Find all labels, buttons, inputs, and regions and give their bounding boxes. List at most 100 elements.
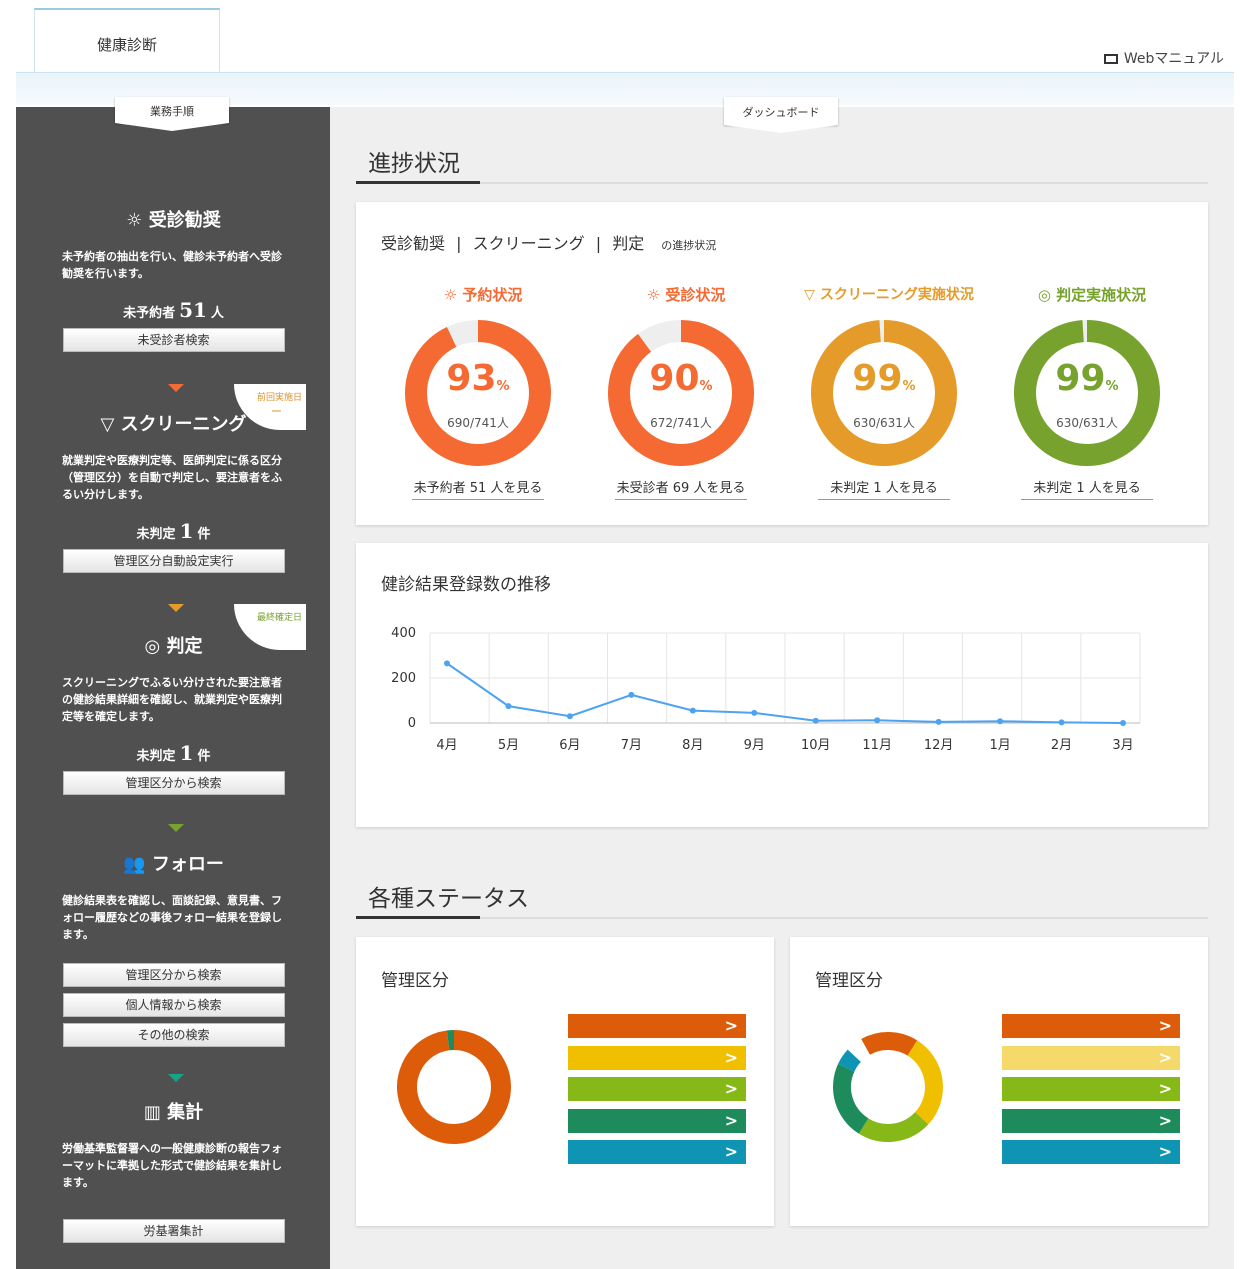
web-manual-label: Webマニュアル: [1123, 51, 1224, 67]
card-desc: 労働基準監督署への一般健康診断の報告フォーマットに準拠した形式で健診結果を集計し…: [62, 1142, 282, 1189]
status-panel-title: 管理区分: [815, 971, 883, 991]
donut-title: ☼ 予約状況: [443, 286, 523, 304]
chevron-right-icon: >: [1158, 1079, 1172, 1098]
auto-classify-button[interactable]: 管理区分自動設定実行: [62, 549, 285, 573]
donut-detail: 690/741人: [447, 416, 509, 430]
card-count: 未判定 1 件: [136, 519, 211, 543]
donut-percent: 93%: [446, 358, 510, 399]
x-tick-label: 11月: [862, 738, 892, 753]
chevron-right-icon: >: [1158, 1047, 1172, 1067]
data-point: [689, 707, 696, 714]
donut-percent: 90%: [649, 358, 713, 399]
status-category-bar[interactable]: >: [568, 1014, 746, 1038]
status-category-bar[interactable]: >: [1002, 1140, 1180, 1164]
data-point: [935, 718, 942, 725]
status-category-bar[interactable]: >: [568, 1108, 746, 1133]
status-donut-slice: [907, 1040, 943, 1125]
bulb-icon: ☼: [126, 210, 143, 231]
status-category-bar[interactable]: >: [568, 1077, 746, 1101]
trend-line-chart: 0 200 400 4月 5月 6月 7月 8月 9月 10月 11月 12月 1月 2月 3月: [391, 626, 1141, 753]
status-category-bar[interactable]: >: [568, 1045, 746, 1070]
personal-info-search-button[interactable]: 個人情報から検索: [62, 993, 285, 1017]
target-icon: ◎: [144, 636, 161, 657]
card-count: 未予約者 51 人: [123, 298, 224, 322]
chevron-right-icon: >: [724, 1047, 738, 1067]
y-tick-label: 200: [391, 671, 416, 686]
card-title: 受診勧奨: [148, 210, 221, 231]
unvisited-search-button[interactable]: 未受診者検索: [62, 328, 285, 352]
data-point: [628, 691, 635, 698]
donut-detail-link[interactable]: 未判定 1 人を見る: [818, 477, 950, 500]
status-category-bar[interactable]: >: [568, 1140, 746, 1164]
donut-percent: 99%: [1055, 358, 1119, 399]
data-point: [874, 717, 881, 724]
x-tick-label: 3月: [1112, 738, 1133, 753]
donut-percent: 99%: [852, 358, 916, 399]
chevron-right-icon: >: [724, 1142, 738, 1161]
data-point: [997, 718, 1004, 725]
donut-detail-link[interactable]: 未判定 1 人を見る: [1021, 477, 1153, 500]
target-icon: ◎: [1037, 286, 1051, 304]
other-search-button[interactable]: その他の検索: [62, 1023, 285, 1047]
x-tick-label: 5月: [498, 738, 519, 753]
data-point: [812, 717, 819, 724]
donut-detail: 672/741人: [650, 416, 712, 430]
status-donut: [833, 1032, 943, 1142]
section-divider: [356, 916, 1208, 919]
chevron-right-icon: >: [1158, 1110, 1172, 1130]
status-category-bar[interactable]: >: [1002, 1014, 1180, 1038]
card-title: フォロー: [151, 854, 224, 875]
dashboard-flag-label: ダッシュボード: [742, 106, 820, 119]
x-tick-label: 2月: [1051, 738, 1072, 753]
progress-section-title: 進捗状況: [368, 151, 460, 177]
donut-detail-link[interactable]: 未受診者 69 人を見る: [615, 477, 747, 500]
x-tick-label: 10月: [801, 738, 831, 753]
status-category-bar[interactable]: >: [1002, 1077, 1180, 1101]
filter-icon: ▽: [804, 287, 815, 303]
card-desc: スクリーニングでふるい分けされた要注意者の健診結果詳細を確認し、就業判定や医療判…: [62, 676, 282, 723]
workflow-flag: 業務手順: [115, 97, 229, 131]
bar-chart-icon: ▥: [143, 1102, 161, 1123]
donut-title: ◎ 判定実施状況: [1037, 286, 1147, 304]
x-tick-label: 9月: [744, 738, 765, 753]
data-point: [444, 660, 450, 667]
card-title: スクリーニング: [120, 414, 247, 435]
card-consultation-recommendation: ☼ 受診勧奨 未予約者の抽出を行い、健診未予約者へ受診勧奨を行います。 未予約者…: [41, 182, 306, 392]
donut-title: ▽ スクリーニング実施状況: [804, 287, 974, 303]
donut-detail: 630/631人: [853, 416, 915, 430]
status-section-title: 各種ステータス: [368, 886, 529, 912]
tab-health-checkup[interactable]: 健康診断: [34, 8, 220, 72]
status-category-bar[interactable]: >: [1002, 1045, 1180, 1070]
card-judgement: 最終確定日 ◎ 判定 スクリーニングでふるい分けされた要注意者の健診結果詳細を確…: [41, 604, 306, 832]
people-icon: 👥: [123, 854, 146, 875]
card-title: 判定: [166, 636, 203, 657]
filter-icon: ▽: [100, 414, 115, 435]
section-divider: [356, 181, 1208, 184]
trend-panel-title: 健診結果登録数の推移: [381, 575, 551, 595]
card-aggregate: ▥ 集計 労働基準監督署への一般健康診断の報告フォーマットに準拠した形式で健診結…: [41, 1074, 306, 1262]
y-tick-label: 0: [408, 716, 416, 731]
bulb-icon: ☼: [646, 286, 661, 304]
card-screening: 前回実施日ー ▽ スクリーニング 就業判定や医療判定等、医師判定に係る区分（管理…: [41, 384, 306, 612]
card-desc: 未予約者の抽出を行い、健診未予約者へ受診勧奨を行います。: [62, 250, 282, 280]
workflow-flag-label: 業務手順: [150, 105, 194, 118]
status-donut-slice: [861, 1032, 918, 1056]
book-icon: [1103, 54, 1118, 64]
chevron-right-icon: >: [1158, 1016, 1172, 1035]
x-tick-label: 4月: [436, 738, 457, 753]
status-category-bar[interactable]: >: [1002, 1108, 1180, 1133]
follow-class-search-button[interactable]: 管理区分から検索: [62, 963, 285, 987]
labor-office-aggregate-button[interactable]: 労基署集計: [62, 1219, 285, 1243]
donut-detail-link[interactable]: 未予約者 51 人を見る: [412, 477, 544, 500]
card-desc: 就業判定や医療判定等、医師判定に係る区分（管理区分）を自動で判定し、要注意者をふ…: [62, 454, 282, 501]
class-search-button[interactable]: 管理区分から検索: [62, 771, 285, 795]
y-tick-label: 400: [391, 626, 416, 641]
data-point: [566, 713, 573, 720]
x-tick-label: 6月: [559, 738, 580, 753]
status-donut-slice: [858, 1111, 929, 1142]
web-manual-link[interactable]: Webマニュアル: [1103, 48, 1224, 68]
status-donut-slice: [833, 1063, 869, 1134]
card-title: 集計: [167, 1102, 204, 1123]
data-point: [751, 709, 758, 716]
chevron-right-icon: >: [724, 1016, 738, 1035]
